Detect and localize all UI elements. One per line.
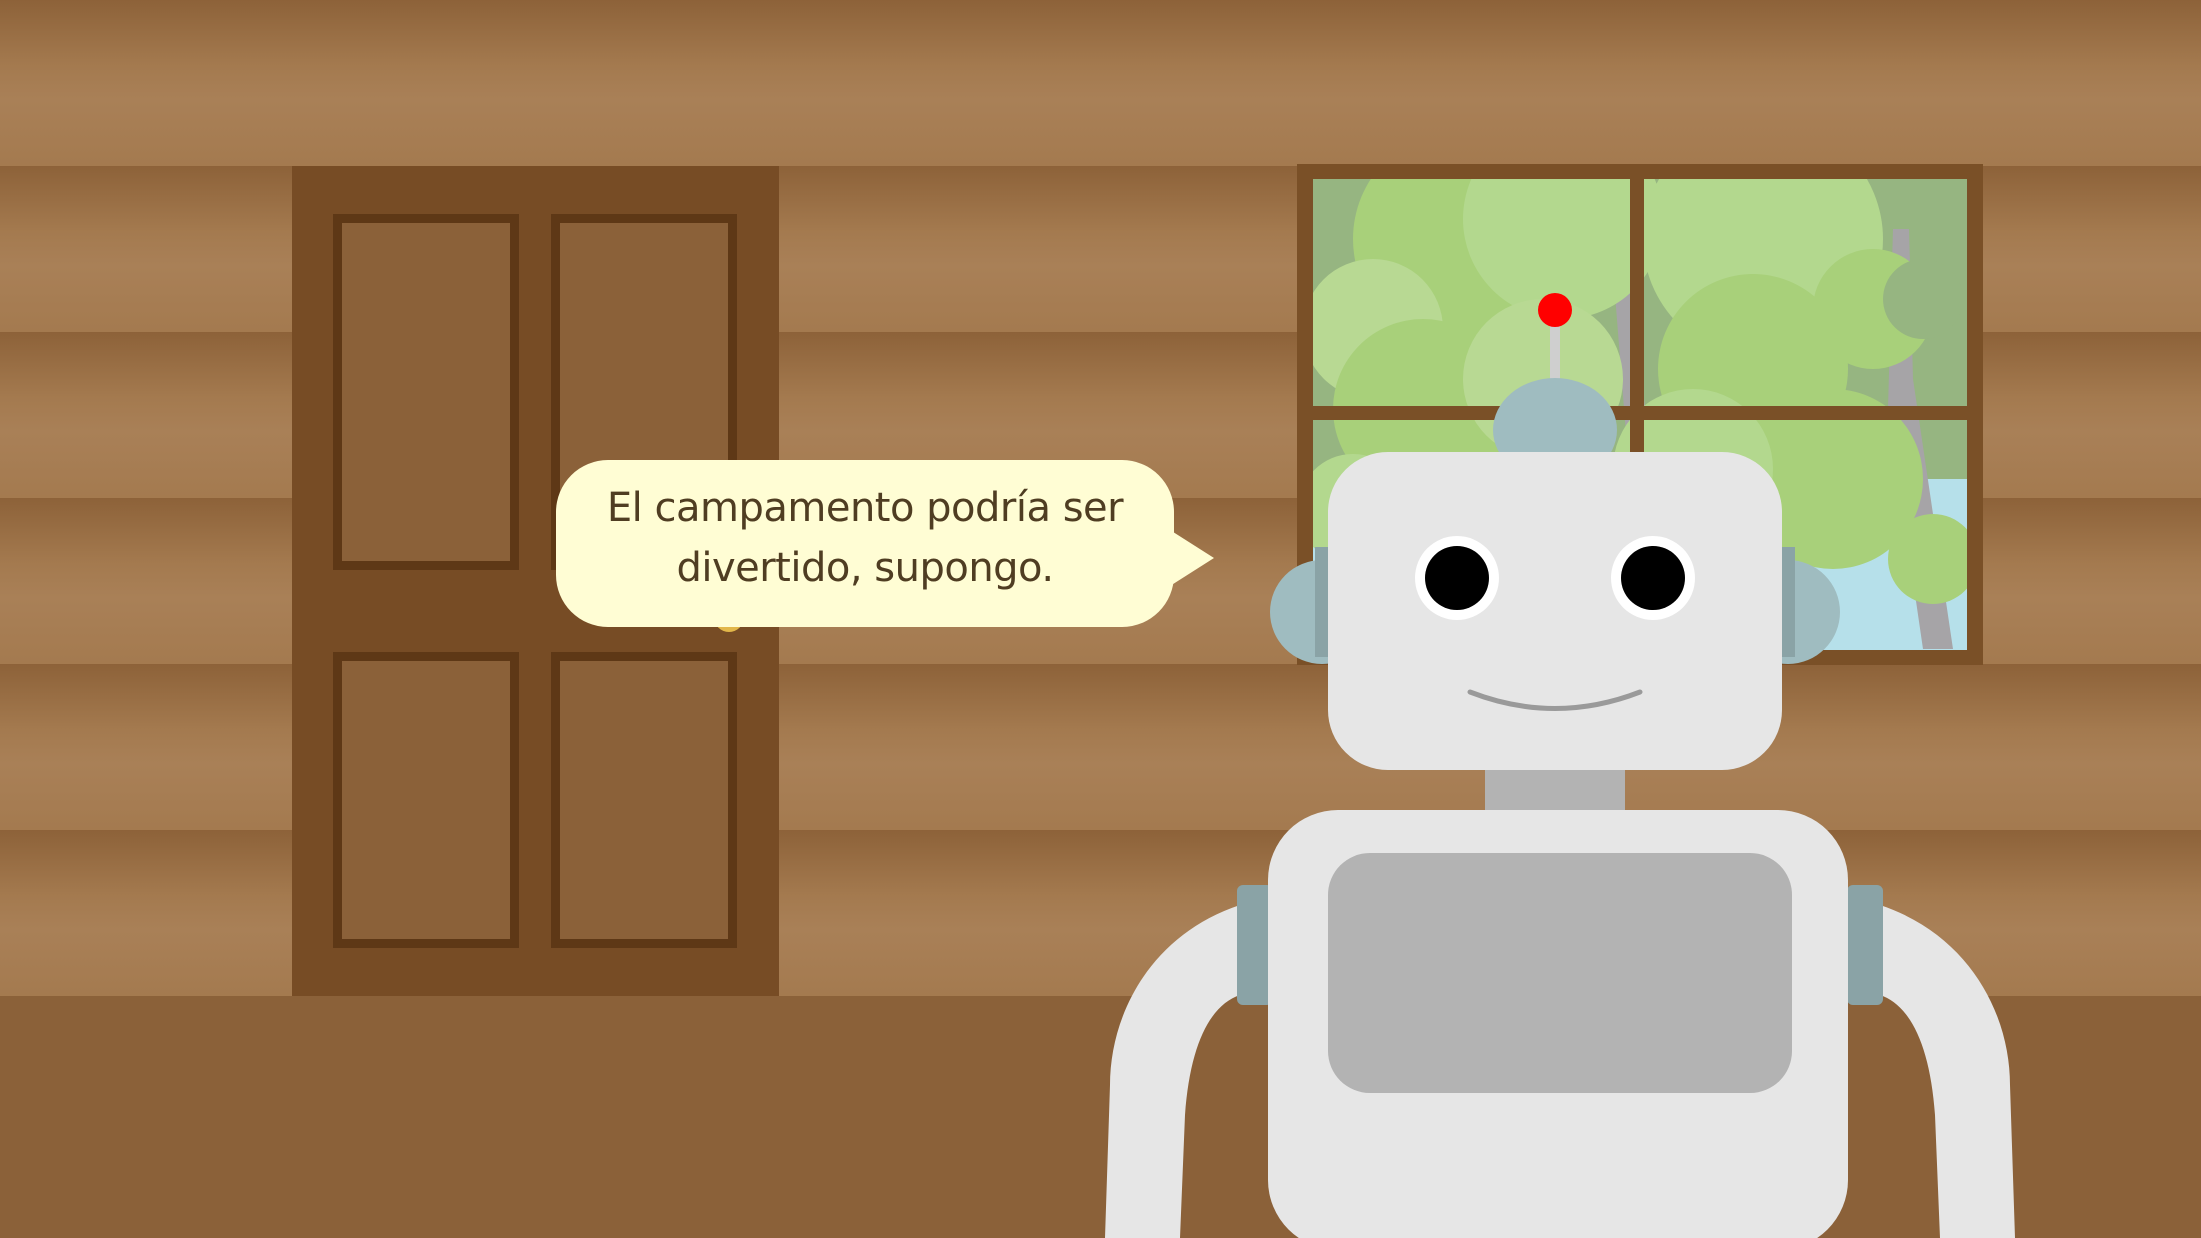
antenna-light-icon xyxy=(1538,293,1572,327)
robot-right-shoulder xyxy=(1847,885,1883,1005)
robot-chest-panel xyxy=(1328,853,1792,1093)
door-panel xyxy=(333,652,519,948)
dialogue-line: divertido, supongo. xyxy=(676,545,1054,591)
wall-plank xyxy=(0,0,2201,166)
robot-character[interactable] xyxy=(1090,285,2030,1238)
robot-head xyxy=(1328,452,1782,770)
door-panel xyxy=(551,652,737,948)
dialogue-text: El campamento podría ser divertido, supo… xyxy=(556,478,1174,598)
robot-right-arm xyxy=(1880,905,2015,1238)
dialogue-line: El campamento podría ser xyxy=(606,485,1124,531)
door-panel xyxy=(333,214,519,570)
robot-left-arm xyxy=(1105,905,1240,1238)
robot-right-eye xyxy=(1621,546,1685,610)
robot-left-shoulder xyxy=(1237,885,1273,1005)
robot-left-eye xyxy=(1425,546,1489,610)
game-scene: El campamento podría ser divertido, supo… xyxy=(0,0,2201,1238)
